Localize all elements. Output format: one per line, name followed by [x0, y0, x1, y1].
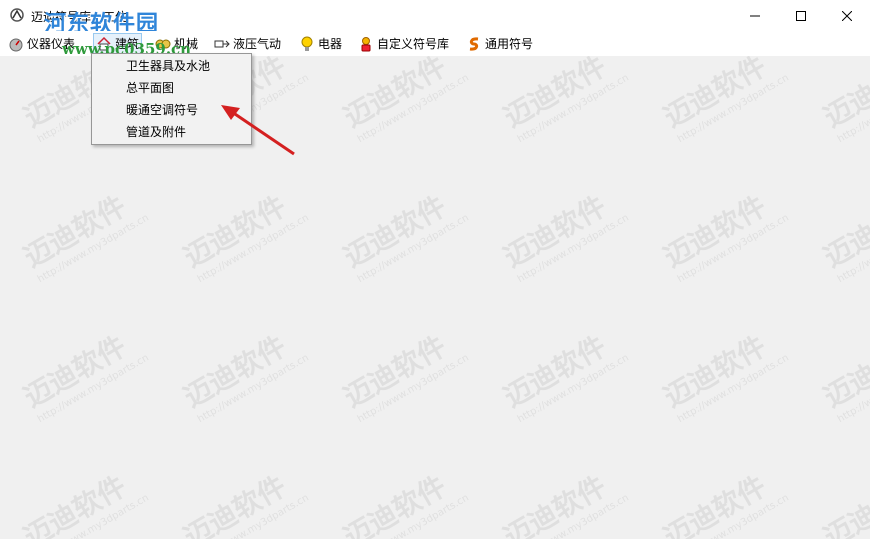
watermark-tile: 迈迪软件http://www.my3dparts.cn — [16, 458, 151, 539]
watermark-tile: 迈迪软件http://www.my3dparts.cn — [176, 178, 311, 285]
watermark-tile-text: 迈迪软件 — [498, 56, 612, 134]
watermark-tile: 迈迪软件http://www.my3dparts.cn — [16, 178, 151, 285]
watermark-tile: 迈迪软件http://www.my3dparts.cn — [336, 56, 471, 145]
watermark-tile: 迈迪软件http://www.my3dparts.cn — [336, 458, 471, 539]
watermark-tile: 迈迪软件http://www.my3dparts.cn — [496, 458, 631, 539]
watermark-tile-text: 迈迪软件 — [338, 469, 452, 539]
watermark-tile-url: http://www.my3dparts.cn — [835, 212, 870, 286]
watermark-tile-url: http://www.my3dparts.cn — [355, 72, 471, 146]
maximize-icon — [796, 10, 806, 21]
watermark-tile-url: http://www.my3dparts.cn — [675, 72, 791, 146]
bulb-icon — [301, 36, 313, 51]
watermark-tile-text: 迈迪软件 — [498, 469, 612, 539]
dropdown-item-sanitary[interactable]: 卫生器具及水池 — [126, 56, 210, 76]
watermark-tile-text: 迈迪软件 — [818, 329, 870, 414]
watermark-tile-url: http://www.my3dparts.cn — [835, 352, 870, 426]
menu-electrical[interactable]: 电器 — [299, 34, 342, 53]
menu-label: 通用符号 — [485, 37, 534, 51]
watermark-tile: 迈迪软件http://www.my3dparts.cn — [496, 318, 631, 425]
watermark-tile: 迈迪软件http://www.my3dparts.cn — [496, 56, 631, 145]
menu-label: 液压气动 — [233, 37, 282, 51]
menu-custom-library[interactable]: 自定义符号库 — [358, 34, 449, 53]
watermark-tile-text: 迈迪软件 — [498, 329, 612, 414]
watermark-tile-text: 迈迪软件 — [818, 56, 870, 134]
watermark-tile-url: http://www.my3dparts.cn — [515, 492, 631, 539]
watermark-tile: 迈迪软件http://www.my3dparts.cn — [496, 178, 631, 285]
watermark-tile: 迈迪软件http://www.my3dparts.cn — [816, 56, 870, 145]
minimize-button[interactable] — [732, 0, 778, 31]
dropdown-item-hvac[interactable]: 暖通空调符号 — [126, 100, 198, 120]
watermark-tile-url: http://www.my3dparts.cn — [515, 212, 631, 286]
hydraulic-icon — [214, 40, 230, 47]
watermark-tile-url: http://www.my3dparts.cn — [195, 492, 311, 539]
watermark-tile: 迈迪软件http://www.my3dparts.cn — [816, 318, 870, 425]
maximize-button[interactable] — [778, 0, 824, 31]
watermark-tile-text: 迈迪软件 — [18, 189, 132, 274]
watermark-tile-text: 迈迪软件 — [338, 329, 452, 414]
menu-general-symbol[interactable]: 通用符号 — [466, 34, 533, 53]
minimize-icon — [750, 15, 760, 16]
watermark-tile-url: http://www.my3dparts.cn — [515, 352, 631, 426]
close-button[interactable] — [824, 0, 870, 31]
watermark-tile-text: 迈迪软件 — [178, 469, 292, 539]
instrument-icon — [9, 38, 23, 51]
watermark-tile-text: 迈迪软件 — [338, 189, 452, 274]
watermark-tile-text: 迈迪软件 — [658, 469, 772, 539]
watermark-tile-url: http://www.my3dparts.cn — [355, 352, 471, 426]
watermark-tile-text: 迈迪软件 — [818, 469, 870, 539]
close-icon — [842, 10, 852, 21]
watermark-tile: 迈迪软件http://www.my3dparts.cn — [336, 178, 471, 285]
dropdown-item-site-plan[interactable]: 总平面图 — [126, 78, 174, 98]
general-symbol-icon — [469, 36, 479, 51]
watermark-tile-url: http://www.my3dparts.cn — [675, 352, 791, 426]
dropdown-item-pipes[interactable]: 管道及附件 — [126, 122, 186, 142]
watermark-tile-text: 迈迪软件 — [178, 329, 292, 414]
watermark-tile-text: 迈迪软件 — [658, 189, 772, 274]
watermark-tile-text: 迈迪软件 — [178, 189, 292, 274]
watermark-tile: 迈迪软件http://www.my3dparts.cn — [656, 318, 791, 425]
watermark-tile: 迈迪软件http://www.my3dparts.cn — [176, 458, 311, 539]
watermark-tile: 迈迪软件http://www.my3dparts.cn — [16, 318, 151, 425]
watermark-tile-text: 迈迪软件 — [18, 329, 132, 414]
watermark-tile-text: 迈迪软件 — [338, 56, 452, 134]
watermark-tile-url: http://www.my3dparts.cn — [515, 72, 631, 146]
watermark-tile: 迈迪软件http://www.my3dparts.cn — [336, 318, 471, 425]
watermark-tile-text: 迈迪软件 — [658, 329, 772, 414]
watermark-tile-url: http://www.my3dparts.cn — [675, 212, 791, 286]
watermark-tile-url: http://www.my3dparts.cn — [835, 492, 870, 539]
watermark-tile-url: http://www.my3dparts.cn — [675, 492, 791, 539]
watermark-tile-url: http://www.my3dparts.cn — [195, 212, 311, 286]
watermark-tile-url: http://www.my3dparts.cn — [835, 72, 870, 146]
watermark-tile: 迈迪软件http://www.my3dparts.cn — [816, 458, 870, 539]
watermark-tile-text: 迈迪软件 — [18, 469, 132, 539]
menu-label: 自定义符号库 — [377, 37, 450, 51]
watermark-tile-url: http://www.my3dparts.cn — [35, 492, 151, 539]
title-bar: 迈迪符号库－工位 河东软件园 — [0, 0, 870, 37]
building-dropdown-menu: 卫生器具及水池 总平面图 暖通空调符号 管道及附件 — [91, 53, 252, 145]
watermark-tile: 迈迪软件http://www.my3dparts.cn — [816, 178, 870, 285]
watermark-tile-url: http://www.my3dparts.cn — [355, 492, 471, 539]
app-icon — [10, 8, 24, 22]
watermark-tile-url: http://www.my3dparts.cn — [35, 352, 151, 426]
menu-label: 电器 — [318, 37, 343, 51]
watermark-tile: 迈迪软件http://www.my3dparts.cn — [656, 178, 791, 285]
watermark-tile: 迈迪软件http://www.my3dparts.cn — [656, 458, 791, 539]
watermark-tile: 迈迪软件http://www.my3dparts.cn — [656, 56, 791, 145]
watermark-tile-text: 迈迪软件 — [498, 189, 612, 274]
watermark-tile-url: http://www.my3dparts.cn — [355, 212, 471, 286]
watermark-tile-text: 迈迪软件 — [818, 189, 870, 274]
watermark-tile-url: http://www.my3dparts.cn — [195, 352, 311, 426]
custom-library-icon — [361, 36, 371, 51]
watermark-tile-url: http://www.my3dparts.cn — [35, 212, 151, 286]
menu-hydraulic[interactable]: 液压气动 — [214, 34, 281, 53]
watermark-tile-text: 迈迪软件 — [658, 56, 772, 134]
watermark-tile: 迈迪软件http://www.my3dparts.cn — [176, 318, 311, 425]
